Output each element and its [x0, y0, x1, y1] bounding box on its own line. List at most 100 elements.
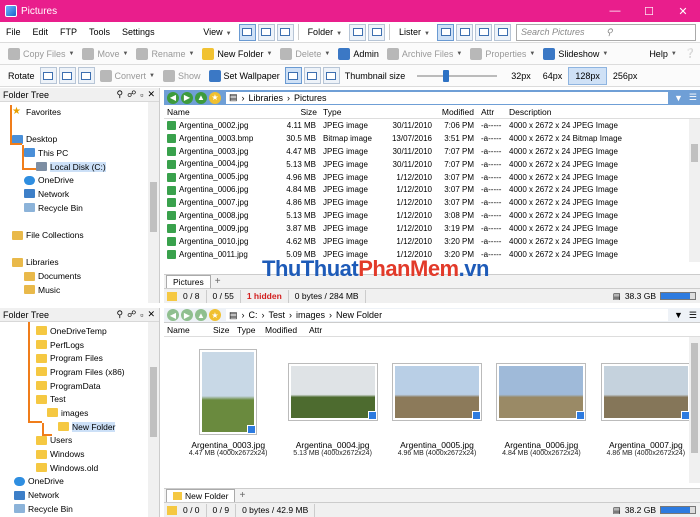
tree-top-scrollbar[interactable] [148, 102, 159, 303]
table-row[interactable]: Argentina_0003.jpg 4.47 MB JPEG image 30/11… [164, 145, 700, 158]
col-modified[interactable]: Modified [386, 107, 478, 117]
menu-tools[interactable]: Tools [83, 27, 116, 37]
size-32-button[interactable]: 32px [505, 67, 537, 85]
breadcrumb-images[interactable]: images [296, 310, 325, 320]
tree-item[interactable]: Music [0, 283, 159, 297]
thumbnail-image[interactable] [601, 364, 690, 420]
thumbnail-item[interactable]: Argentina_0006.jpg 4.84 MB (4000x2672x24) [491, 347, 591, 457]
file-list-scrollbar[interactable] [689, 119, 700, 262]
lister-layout-4-button[interactable] [494, 23, 511, 41]
tree-item[interactable]: Network [0, 488, 159, 502]
col-name[interactable]: Name [164, 325, 210, 335]
scrollbar-thumb[interactable] [691, 144, 698, 162]
minimize-button[interactable]: — [598, 0, 632, 22]
thumb-mode-3-button[interactable] [322, 67, 340, 84]
table-row[interactable]: Argentina_0006.jpg 4.84 MB JPEG image 1/12/… [164, 183, 700, 196]
breadcrumb-libraries[interactable]: Libraries [249, 93, 284, 103]
pin-icon[interactable]: ▫ [140, 90, 143, 100]
view-menu[interactable]: View ▼ [197, 27, 237, 37]
col-type[interactable]: Type [320, 107, 386, 117]
lister-layout-2-button[interactable] [456, 23, 473, 41]
table-row[interactable]: Argentina_0002.jpg 4.11 MB JPEG image 30/11… [164, 119, 700, 132]
tree-item[interactable]: Users [0, 434, 159, 448]
menu-file[interactable]: File [0, 27, 27, 37]
tree-item[interactable]: Program Files [0, 351, 159, 365]
view-layout-1-button[interactable] [238, 23, 256, 41]
thumbnail-scrollbar[interactable] [689, 337, 700, 483]
table-row[interactable]: Argentina_0010.jpg 4.62 MB JPEG image 1/12/… [164, 235, 700, 248]
split-icon[interactable]: ☰ [689, 92, 697, 103]
tree-item[interactable]: Desktop [0, 132, 159, 146]
lock-icon[interactable]: ☍ [127, 309, 136, 320]
thumbnail-item[interactable]: Argentina_0007.jpg 4.86 MB (4000x2672x24) [596, 347, 696, 457]
tree-item[interactable]: ★ Favorites [0, 105, 159, 119]
locate-icon[interactable]: ⚲ [117, 89, 124, 100]
close-icon[interactable]: ✕ [147, 89, 155, 100]
menu-settings[interactable]: Settings [116, 27, 161, 37]
forward-button[interactable]: ▶ [181, 309, 193, 321]
flip-button[interactable] [77, 67, 95, 84]
new-folder-button[interactable]: New Folder ▼ [198, 44, 276, 64]
folder-layout-1-button[interactable] [349, 23, 367, 41]
archive-files-button[interactable]: Archive Files ▼ [383, 44, 466, 64]
col-modified[interactable]: Modified [262, 325, 306, 335]
tab-pictures[interactable]: Pictures [166, 275, 211, 288]
tree-item[interactable]: File Collections [0, 228, 159, 242]
tree-item[interactable]: New Folder [0, 420, 159, 434]
tree-item[interactable]: Documents [0, 269, 159, 283]
chevron-down-icon[interactable]: ▼ [674, 310, 683, 320]
back-button[interactable]: ◀ [167, 309, 179, 321]
move-button[interactable]: Move ▼ [78, 44, 132, 64]
split-icon[interactable]: ☰ [689, 310, 697, 321]
table-row[interactable]: Argentina_0004.jpg 5.13 MB JPEG image 30/11… [164, 158, 700, 171]
thumbnail-item[interactable]: Argentina_0004.jpg 5.13 MB (4000x2672x24) [282, 347, 382, 457]
rotate-left-button[interactable] [39, 67, 57, 84]
size-64-button[interactable]: 64px [537, 67, 569, 85]
table-row[interactable]: Argentina_0008.jpg 5.13 MB JPEG image 1/12/… [164, 209, 700, 222]
scrollbar-thumb[interactable] [150, 182, 157, 232]
scrollbar-thumb[interactable] [691, 343, 698, 453]
add-tab-button[interactable]: + [239, 490, 245, 501]
set-wallpaper-button[interactable]: Set Wallpaper [205, 66, 284, 86]
size-128-button[interactable]: 128px [568, 66, 607, 85]
forward-button[interactable]: ▶ [181, 91, 193, 104]
help-button[interactable]: Help ▼ [645, 44, 680, 64]
thumbnail-image[interactable] [393, 364, 482, 420]
convert-button[interactable]: Convert ▼ [96, 66, 159, 86]
table-row[interactable]: Argentina_0007.jpg 4.86 MB JPEG image 1/12/… [164, 196, 700, 209]
rename-button[interactable]: Rename ▼ [132, 44, 198, 64]
copy-files-button[interactable]: Copy Files ▼ [4, 44, 78, 64]
thumbnail-image[interactable] [497, 364, 586, 420]
thumbnail-image[interactable] [288, 364, 377, 420]
favorite-star-icon[interactable]: ★ [209, 309, 221, 321]
thumbnail-image[interactable] [200, 350, 257, 434]
thumb-mode-2-button[interactable] [303, 67, 321, 84]
tree-item[interactable]: OneDriveTemp [0, 324, 159, 338]
tree-item[interactable]: Windows.old [0, 461, 159, 475]
back-button[interactable]: ◀ [167, 91, 179, 104]
lister-layout-1-button[interactable] [437, 23, 454, 41]
tree-item[interactable]: Program Files (x86) [0, 365, 159, 379]
thumbnail-item[interactable]: Argentina_0005.jpg 4.96 MB (4000x2672x24) [387, 347, 487, 457]
show-button[interactable]: Show [159, 66, 205, 86]
tree-item[interactable]: ProgramData [0, 379, 159, 393]
pin-icon[interactable]: ▫ [140, 310, 143, 320]
thumbnail-item[interactable]: Argentina_0003.jpg 4.47 MB (4000x2672x24) [178, 347, 278, 457]
tree-item[interactable]: Libraries [0, 256, 159, 270]
favorite-star-icon[interactable]: ★ [209, 91, 221, 104]
tab-new-folder[interactable]: New Folder [166, 489, 236, 502]
admin-button[interactable]: Admin [334, 44, 383, 64]
tree-item[interactable]: Recycle Bin [0, 502, 159, 516]
table-row[interactable]: Argentina_0011.jpg 5.09 MB JPEG image 1/12/… [164, 248, 700, 261]
up-button[interactable]: ▲ [195, 91, 207, 104]
slider-thumb[interactable] [443, 69, 450, 82]
thumb-mode-1-button[interactable] [284, 67, 302, 84]
lock-icon[interactable]: ☍ [127, 89, 136, 100]
menu-edit[interactable]: Edit [27, 27, 55, 37]
status-hidden[interactable]: 1 hidden [241, 289, 289, 303]
col-type[interactable]: Type [234, 325, 262, 335]
col-size[interactable]: Size [280, 107, 320, 117]
breadcrumb[interactable]: ▤ › C: › Test › images › New Folder [226, 309, 668, 321]
tree-item[interactable]: Test [0, 392, 159, 406]
breadcrumb[interactable]: ▤ › Libraries › Pictures [226, 91, 668, 104]
